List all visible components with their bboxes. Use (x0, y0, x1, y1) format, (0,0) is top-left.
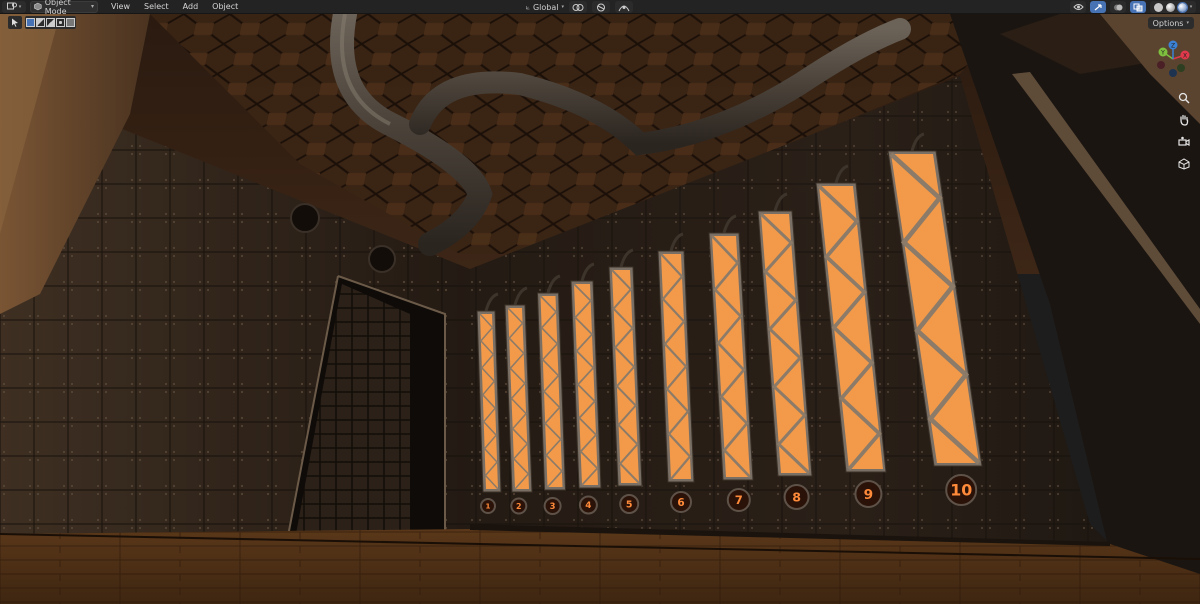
cursor-icon (12, 18, 18, 27)
orientation-select[interactable]: Global ▾ (524, 1, 564, 13)
ortho-toggle-button[interactable] (1176, 156, 1192, 172)
camera-view-icon (1178, 136, 1190, 146)
gizmo-toggle[interactable] (1090, 1, 1106, 13)
pan-button[interactable] (1176, 112, 1192, 128)
select-invert-icon[interactable] (56, 18, 65, 27)
pivot-icon (572, 3, 584, 11)
chevron-down-icon[interactable]: ▾ (1190, 4, 1193, 10)
gizmo-y-label: Y (1160, 50, 1165, 57)
tube-number-label: 5 (626, 499, 633, 510)
chevron-down-icon: ▾ (561, 4, 564, 10)
tube-number-label: 1 (485, 502, 490, 511)
select-box-icon[interactable] (26, 18, 35, 27)
viewport-display-tools: ▾ (1070, 1, 1196, 13)
grid-ortho-icon (1178, 158, 1190, 170)
gizmo-neg-y-icon[interactable] (1177, 64, 1185, 72)
select-tool-button[interactable] (8, 16, 22, 29)
transform-orientation-icon (526, 5, 530, 9)
hand-pan-icon (1180, 114, 1189, 126)
mode-label: Object Mode (44, 0, 71, 16)
visibility-button[interactable] (1070, 1, 1086, 13)
shading-solid-icon[interactable] (1153, 2, 1163, 12)
tube-number-label: 10 (950, 481, 972, 500)
visibility-icon (1072, 4, 1084, 10)
navigation-gizmo[interactable]: X Y Z (1152, 38, 1194, 80)
select-subtract-icon[interactable] (46, 18, 55, 27)
menu-object[interactable]: Object (205, 1, 245, 13)
transform-tools: Global ▾ (524, 1, 633, 13)
shading-rendered-icon[interactable] (1176, 1, 1188, 13)
select-intersect-icon[interactable] (66, 18, 75, 27)
snap-button[interactable] (592, 1, 610, 13)
chevron-down-icon: ▾ (90, 3, 94, 10)
mode-select[interactable]: Object Mode ▾ (30, 0, 98, 16)
select-extend-icon[interactable] (36, 18, 45, 27)
tool-header (8, 16, 76, 29)
viewport-gizmo-icon (1094, 3, 1102, 10)
camera-view-button[interactable] (1176, 134, 1192, 150)
chevron-down-icon: ▾ (1186, 20, 1189, 26)
select-mode-group (25, 16, 76, 29)
tube-number-label: 6 (677, 497, 684, 509)
tube-number-label: 4 (585, 501, 591, 511)
menu-select[interactable]: Select (137, 1, 176, 13)
gizmo-neg-x-icon[interactable] (1157, 61, 1165, 69)
3d-viewport[interactable]: 1 2 3 4 5 6 7 8 9 10 Options ▾ X Y Z (0, 14, 1200, 604)
tube-number-label: 7 (735, 493, 743, 507)
tube-number-label: 8 (792, 490, 801, 505)
zoom-icon (1178, 92, 1190, 104)
navigation-controls (1176, 90, 1192, 172)
xray-toggle[interactable] (1130, 1, 1146, 13)
orientation-label: Global (532, 2, 559, 12)
editor-type-button[interactable]: ▾ (2, 0, 26, 13)
proportional-edit-icon (618, 5, 630, 11)
editor-type-icon (6, 2, 17, 10)
tube-number-label: 3 (550, 501, 556, 511)
gizmo-x-label: X (1183, 53, 1187, 60)
pivot-button[interactable] (569, 1, 587, 13)
object-mode-icon (34, 2, 42, 11)
options-button[interactable]: Options ▾ (1147, 17, 1194, 29)
viewport-header: ▾ Object Mode ▾ View Select Add Object G… (0, 0, 1200, 16)
overlay-icon (1114, 4, 1123, 10)
snap-icon (597, 3, 605, 11)
shading-material-icon[interactable] (1165, 2, 1175, 12)
scene-render: 1 2 3 4 5 6 7 8 9 10 (0, 14, 1200, 604)
tube-number-label: 9 (864, 487, 874, 503)
gizmo-neg-z-icon[interactable] (1169, 69, 1177, 77)
gizmo-z-label: Z (1171, 43, 1175, 50)
proportional-edit-button[interactable] (615, 1, 633, 13)
zoom-button[interactable] (1176, 90, 1192, 106)
options-label: Options (1152, 18, 1184, 28)
shading-modes: ▾ (1150, 1, 1196, 13)
tube-number-label: 2 (516, 502, 522, 511)
overlay-toggle[interactable] (1110, 1, 1126, 13)
menu-view[interactable]: View (104, 1, 137, 13)
header-menu: View Select Add Object (104, 1, 245, 13)
menu-add[interactable]: Add (176, 1, 206, 13)
xray-icon (1133, 3, 1143, 11)
